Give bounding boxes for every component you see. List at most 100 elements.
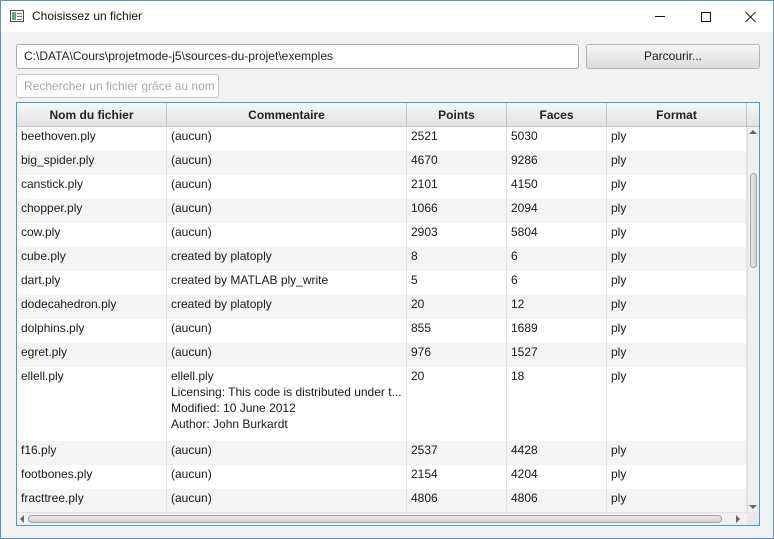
column-header-format[interactable]: Format (607, 103, 747, 127)
cell-faces: 1689 (507, 319, 607, 343)
cell-points: 20 (407, 295, 507, 319)
cell-faces: 4428 (507, 441, 607, 465)
cell-points: 855 (407, 319, 507, 343)
cell-comment: (aucun) (167, 489, 407, 512)
cell-faces: 18 (507, 367, 607, 441)
vertical-scroll-thumb[interactable] (750, 173, 757, 268)
window-title: Choisissez un fichier (32, 9, 143, 23)
cell-points: 1066 (407, 199, 507, 223)
cell-points: 2154 (407, 465, 507, 489)
cell-name: dolphins.ply (17, 319, 167, 343)
cell-name: chopper.ply (17, 199, 167, 223)
table-row[interactable]: cow.ply (aucun) 2903 5804 ply (17, 223, 747, 247)
table-row[interactable]: dodecahedron.ply created by platoply 20 12 p… (17, 295, 747, 319)
cell-format: ply (607, 151, 747, 175)
cell-name: canstick.ply (17, 175, 167, 199)
horizontal-scrollbar[interactable] (17, 512, 747, 525)
vertical-scrollbar[interactable] (747, 127, 759, 512)
table-row[interactable]: beethoven.ply (aucun) 2521 5030 ply (17, 127, 747, 151)
comment-line: (aucun) (171, 225, 212, 239)
cell-comment: (aucun) (167, 343, 407, 367)
column-header-faces[interactable]: Faces (507, 103, 607, 127)
cell-format: ply (607, 175, 747, 199)
cell-comment: (aucun) (167, 319, 407, 343)
table-row[interactable]: canstick.ply (aucun) 2101 4150 ply (17, 175, 747, 199)
cell-faces: 4204 (507, 465, 607, 489)
table-row[interactable]: fracttree.ply (aucun) 4806 4806 ply (17, 489, 747, 512)
table-row[interactable]: big_spider.ply (aucun) 4670 9286 ply (17, 151, 747, 175)
cell-points: 2903 (407, 223, 507, 247)
cell-format: ply (607, 489, 747, 512)
column-header-comment[interactable]: Commentaire (167, 103, 407, 127)
browse-button[interactable]: Parcourir... (586, 44, 760, 69)
cell-name: egret.ply (17, 343, 167, 367)
table-row[interactable]: footbones.ply (aucun) 2154 4204 ply (17, 465, 747, 489)
cell-faces: 12 (507, 295, 607, 319)
cell-faces: 6 (507, 247, 607, 271)
cell-comment: created by MATLAB ply_write (167, 271, 407, 295)
comment-line: (aucun) (171, 177, 212, 191)
table-row[interactable]: cube.ply created by platoply 8 6 ply (17, 247, 747, 271)
table-row[interactable]: chopper.ply (aucun) 1066 2094 ply (17, 199, 747, 223)
cell-points: 20 (407, 367, 507, 441)
cell-points: 8 (407, 247, 507, 271)
table-row[interactable]: dart.ply created by MATLAB ply_write 5 6 ply (17, 271, 747, 295)
cell-name: cow.ply (17, 223, 167, 247)
cell-faces: 9286 (507, 151, 607, 175)
close-icon (745, 11, 757, 23)
cell-faces: 1527 (507, 343, 607, 367)
cell-format: ply (607, 247, 747, 271)
cell-name: f16.ply (17, 441, 167, 465)
cell-format: ply (607, 271, 747, 295)
cell-points: 4670 (407, 151, 507, 175)
comment-line: (aucun) (171, 345, 212, 359)
cell-points: 2521 (407, 127, 507, 151)
column-header-name[interactable]: Nom du fichier (17, 103, 167, 127)
cell-points: 5 (407, 271, 507, 295)
directory-path-field[interactable]: C:\DATA\Cours\projetmode-j5\sources-du-p… (16, 44, 579, 69)
table-body: beethoven.ply (aucun) 2521 5030 ply big_spide… (17, 127, 747, 512)
column-header-points[interactable]: Points (407, 103, 507, 127)
scroll-left-arrow-icon[interactable] (20, 515, 24, 523)
cell-comment: (aucun) (167, 223, 407, 247)
cell-format: ply (607, 319, 747, 343)
table-row[interactable]: egret.ply (aucun) 976 1527 ply (17, 343, 747, 367)
scroll-up-arrow-icon[interactable] (749, 130, 757, 134)
close-button[interactable] (728, 1, 774, 32)
cell-comment: (aucun) (167, 151, 407, 175)
cell-points: 976 (407, 343, 507, 367)
cell-name: beethoven.ply (17, 127, 167, 151)
scroll-down-arrow-icon[interactable] (749, 505, 757, 509)
comment-line: (aucun) (171, 201, 212, 215)
comment-line: created by platoply (171, 249, 272, 263)
comment-line: created by MATLAB ply_write (171, 273, 329, 287)
cell-comment: (aucun) (167, 441, 407, 465)
header-corner (747, 103, 759, 127)
table-row[interactable]: dolphins.ply (aucun) 855 1689 ply (17, 319, 747, 343)
cell-format: ply (607, 223, 747, 247)
scrollbar-corner (747, 512, 759, 525)
minimize-button[interactable] (637, 1, 683, 32)
cell-name: ellell.ply (17, 367, 167, 441)
cell-format: ply (607, 343, 747, 367)
cell-faces: 2094 (507, 199, 607, 223)
app-window-icon (10, 10, 24, 22)
cell-format: ply (607, 441, 747, 465)
table-row[interactable]: f16.ply (aucun) 2537 4428 ply (17, 441, 747, 465)
file-chooser-window: Choisissez un fichier C:\DATA\Cours\proj… (0, 0, 774, 539)
horizontal-scroll-thumb[interactable] (28, 515, 722, 523)
title-bar[interactable]: Choisissez un fichier (1, 1, 773, 32)
comment-line: (aucun) (171, 443, 212, 457)
scroll-right-arrow-icon[interactable] (736, 515, 740, 523)
file-table: Nom du fichier Commentaire Points Faces … (16, 102, 760, 526)
maximize-button[interactable] (683, 1, 729, 32)
minimize-icon (655, 16, 665, 17)
cell-comment: created by platoply (167, 295, 407, 319)
cell-faces: 6 (507, 271, 607, 295)
cell-comment: (aucun) (167, 175, 407, 199)
cell-name: dodecahedron.ply (17, 295, 167, 319)
table-row[interactable]: ellell.ply ellell.ply Licensing: This code… (17, 367, 747, 441)
search-input[interactable] (16, 74, 219, 98)
comment-line: Author: John Burkardt (171, 417, 288, 431)
cell-faces: 5804 (507, 223, 607, 247)
